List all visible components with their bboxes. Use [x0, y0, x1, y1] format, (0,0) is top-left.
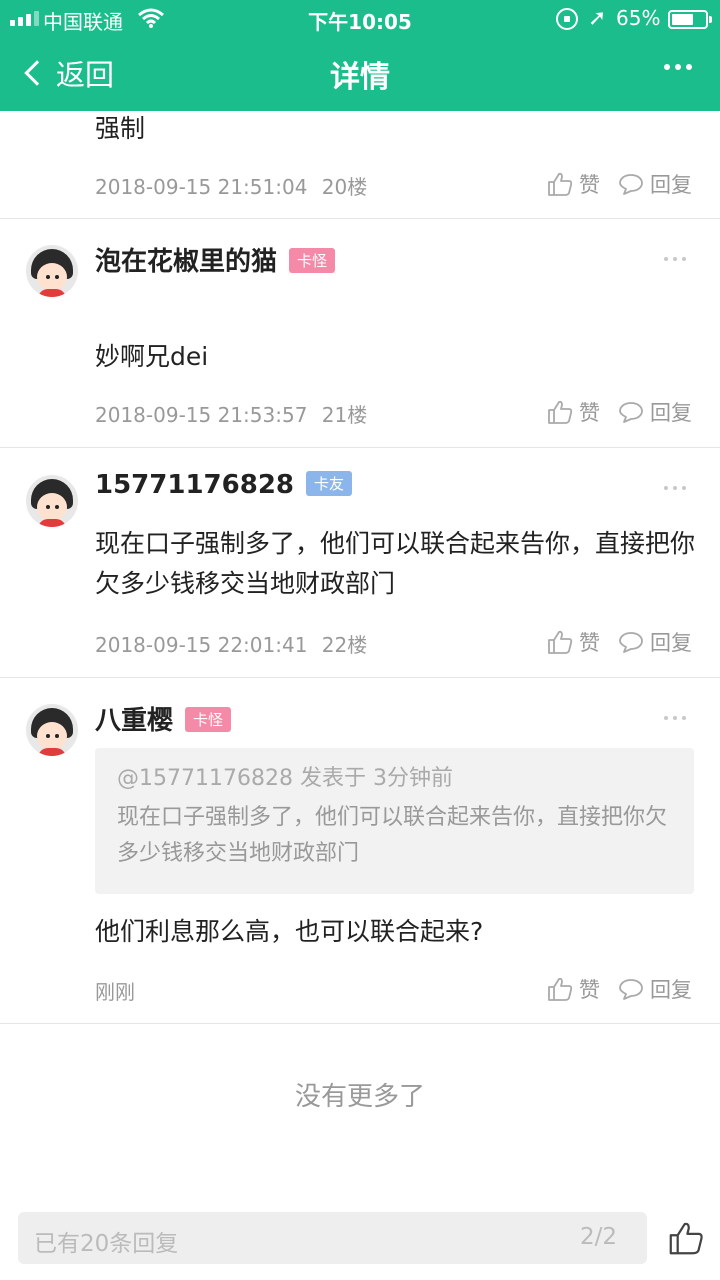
user-badge: 卡怪: [185, 707, 232, 732]
reply-label: 回复: [650, 978, 692, 1002]
username[interactable]: 泡在花椒里的猫 卡怪: [95, 241, 336, 278]
avatar[interactable]: [26, 245, 78, 297]
reply-content: 现在口子强制多了，他们可以联合起来告你，直接把你欠多少钱移交当地财政部门: [95, 529, 696, 598]
thumbs-up-icon: [548, 400, 573, 424]
location-icon: ➚: [588, 6, 607, 31]
reply-time: 2018-09-15 21:53:57: [95, 403, 308, 427]
reply-input[interactable]: 已有20条回复 2/2: [18, 1212, 647, 1264]
no-more-label: 没有更多了: [294, 1082, 425, 1112]
thumbs-up-icon: [548, 172, 573, 196]
battery-percent: 65%: [616, 6, 661, 30]
chat-bubble-icon: [619, 979, 643, 1000]
thumbs-up-icon: [548, 977, 573, 1001]
more-icon[interactable]: [664, 257, 686, 261]
like-button[interactable]: 赞: [547, 169, 600, 199]
reply-content: 妙啊兄dei: [95, 342, 209, 371]
page-indicator[interactable]: 2/2: [580, 1224, 617, 1250]
username-text: 泡在花椒里的猫: [95, 247, 278, 277]
reply-item: 泡在花椒里的猫 卡怪 妙啊兄dei 2018-09-15 21:53:57 21楼…: [0, 219, 720, 448]
status-bar: 中国联通 下午10:05 ➚ 65%: [0, 0, 720, 38]
status-time: 下午10:05: [308, 10, 412, 34]
reply-button[interactable]: 回复: [618, 974, 692, 1004]
quote-header: @15771176828 发表于 3分钟前: [117, 766, 453, 791]
reply-meta: 2018-09-15 22:01:41 22楼: [95, 629, 367, 658]
more-icon[interactable]: [664, 716, 686, 720]
reply-floor: 22楼: [321, 633, 368, 657]
reply-actions: 赞 回复: [547, 169, 692, 199]
reply-item: 强制 2018-09-15 21:51:04 20楼 赞 回复: [0, 111, 720, 219]
reply-button[interactable]: 回复: [618, 397, 692, 427]
like-button[interactable]: 赞: [547, 627, 600, 657]
page-title: 详情: [330, 60, 390, 95]
reply-actions: 赞 回复: [547, 397, 692, 427]
more-icon[interactable]: [664, 64, 692, 70]
like-button[interactable]: 赞: [547, 974, 600, 1004]
user-badge: 卡怪: [289, 248, 336, 273]
reply-meta: 刚刚: [95, 976, 135, 1005]
reply-time: 刚刚: [95, 980, 135, 1004]
chat-bubble-icon: [619, 632, 643, 653]
more-icon[interactable]: [664, 486, 686, 490]
like-label: 赞: [579, 631, 600, 655]
reply-button[interactable]: 回复: [618, 169, 692, 199]
username[interactable]: 八重樱 卡怪: [95, 700, 232, 737]
reply-content: 他们利息那么高，也可以联合起来?: [95, 917, 484, 946]
reply-label: 回复: [650, 401, 692, 425]
top-bar: 中国联通 下午10:05 ➚ 65% 返回 详情: [0, 0, 720, 111]
quote-text: 现在口子强制多了，他们可以联合起来告你，直接把你欠多少钱移交当地财政部门: [117, 805, 668, 866]
reply-time: 2018-09-15 22:01:41: [95, 633, 308, 657]
thumbs-up-icon[interactable]: [668, 1220, 704, 1256]
reply-actions: 赞 回复: [547, 974, 692, 1004]
user-badge: 卡友: [306, 471, 353, 496]
like-label: 赞: [579, 173, 600, 197]
rotation-lock-icon: [556, 8, 578, 30]
reply-item: 15771176828 卡友 现在口子强制多了，他们可以联合起来告你，直接把你欠多…: [0, 448, 720, 678]
reply-meta: 2018-09-15 21:53:57 21楼: [95, 399, 367, 428]
reply-label: 回复: [650, 631, 692, 655]
reply-meta: 2018-09-15 21:51:04 20楼: [95, 171, 367, 200]
reply-floor: 21楼: [321, 403, 368, 427]
avatar[interactable]: [26, 475, 78, 527]
username-text: 八重樱: [95, 706, 174, 736]
like-label: 赞: [579, 401, 600, 425]
thumbs-up-icon: [548, 630, 573, 654]
reply-content: 强制: [95, 114, 146, 143]
avatar[interactable]: [26, 704, 78, 756]
like-label: 赞: [579, 978, 600, 1002]
username-text: 15771176828: [95, 470, 294, 500]
chat-bubble-icon: [619, 174, 643, 195]
battery-icon: [668, 10, 712, 29]
reply-button[interactable]: 回复: [618, 627, 692, 657]
reply-label: 回复: [650, 173, 692, 197]
reply-input-placeholder: 已有20条回复: [34, 1231, 179, 1257]
username[interactable]: 15771176828 卡友: [95, 470, 353, 500]
reply-floor: 20楼: [321, 175, 368, 199]
reply-item: 八重樱 卡怪 @15771176828 发表于 3分钟前 现在口子强制多了，他们可…: [0, 678, 720, 1024]
quoted-reply[interactable]: @15771176828 发表于 3分钟前 现在口子强制多了，他们可以联合起来告…: [95, 748, 694, 894]
reply-actions: 赞 回复: [547, 627, 692, 657]
reply-time: 2018-09-15 21:51:04: [95, 175, 308, 199]
chat-bubble-icon: [619, 402, 643, 423]
like-button[interactable]: 赞: [547, 397, 600, 427]
